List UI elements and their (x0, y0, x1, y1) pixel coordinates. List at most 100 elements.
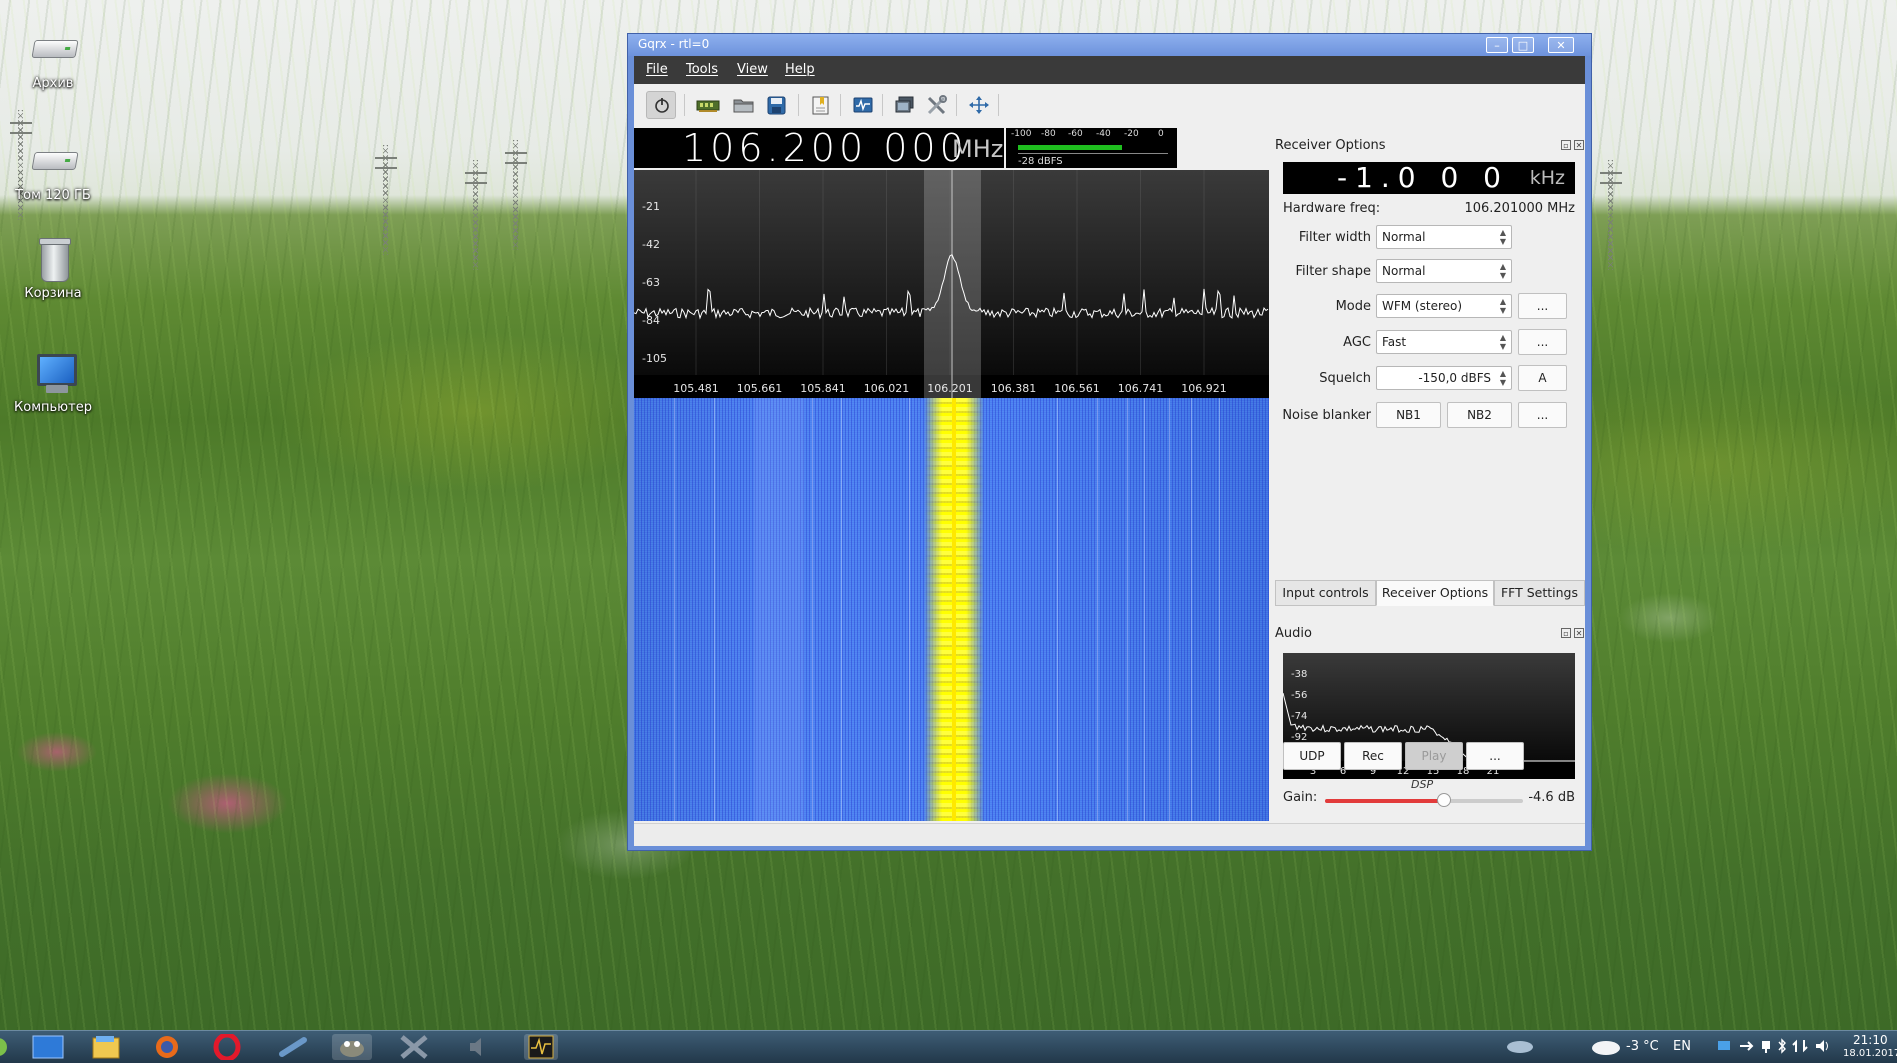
spin-arrows-icon: ▲ ▼ (1499, 228, 1506, 246)
remote-control-button[interactable] (848, 91, 878, 119)
spin-arrows-icon: ▲ ▼ (1499, 262, 1506, 280)
power-pylon (375, 145, 397, 255)
gain-label: Gain: (1283, 790, 1318, 805)
desktop-icon-computer[interactable]: Компьютер (8, 354, 98, 415)
taskbar-app-terminal[interactable] (276, 1034, 310, 1060)
play-button[interactable]: Play (1405, 742, 1463, 770)
minimize-button[interactable]: – (1486, 37, 1508, 53)
gain-value: -4.6 dB (1528, 790, 1575, 805)
agc-options-button[interactable]: ... (1518, 329, 1567, 355)
menu-view[interactable]: View (737, 62, 768, 77)
plug-icon[interactable] (1758, 1038, 1774, 1054)
dock-close-icon[interactable]: ✕ (1574, 140, 1584, 150)
udp-button[interactable]: UDP (1283, 742, 1341, 770)
waterfall-station-signal (924, 398, 984, 821)
taskbar-app-gimp[interactable] (332, 1034, 372, 1060)
usb-icon[interactable] (1738, 1038, 1754, 1054)
frequency-display[interactable]: 106.200 000 MHz (634, 128, 1004, 168)
taskbar-app-dx[interactable] (398, 1034, 432, 1060)
desktop-icon-trash[interactable]: Корзина (8, 238, 98, 301)
save-settings-button[interactable] (762, 91, 792, 119)
gain-slider-handle[interactable] (1436, 793, 1451, 807)
desktop-icon-archive[interactable]: Архив (8, 30, 98, 91)
receiver-options-title: Receiver Options (1275, 138, 1386, 153)
dx-icon (400, 1035, 428, 1059)
toolbar-separator (684, 94, 685, 116)
filter-width-value: Normal (1382, 230, 1426, 244)
autoscale-icon (969, 96, 989, 114)
taskbar-app-desktop[interactable] (30, 1034, 64, 1060)
toolbar-separator (840, 94, 841, 116)
agc-select[interactable]: Fast ▲ ▼ (1376, 330, 1512, 354)
filter-width-select[interactable]: Normal ▲ ▼ (1376, 225, 1512, 249)
menu-tools[interactable]: Tools (686, 62, 718, 77)
spectrum-plot[interactable]: -21 -42 -63 -84 -105 105.481 105.661 105.841 10… (634, 170, 1269, 398)
maximize-button[interactable]: □ (1512, 37, 1534, 53)
language-indicator[interactable]: EN (1673, 1039, 1691, 1054)
gain-slider[interactable] (1325, 793, 1523, 807)
network-transfer-icon[interactable] (1792, 1038, 1808, 1054)
audio-title: Audio (1275, 626, 1312, 641)
squelch-auto-button[interactable]: A (1518, 365, 1567, 391)
start-button[interactable] (0, 1034, 26, 1060)
nb2-button[interactable]: NB2 (1447, 402, 1512, 428)
dsp-label: DSP (1411, 778, 1434, 791)
dock-tab-bar: Input controls Receiver Options FFT Sett… (1275, 580, 1585, 606)
desktop-icon-label: Архив (32, 76, 74, 91)
hardware-icon (696, 100, 720, 112)
taskbar-app-audio[interactable] (462, 1034, 496, 1060)
network-icon[interactable] (1716, 1038, 1732, 1054)
taskbar-app-gqrx[interactable] (524, 1034, 558, 1060)
bookmarks-button[interactable] (806, 91, 836, 119)
frequency-value[interactable]: 106.200 000 (682, 128, 968, 168)
autoscale-button[interactable] (964, 91, 994, 119)
io-devices-button[interactable] (692, 91, 722, 119)
taskbar-app-file-manager[interactable] (90, 1034, 124, 1060)
mode-select[interactable]: WFM (stereo) ▲ ▼ (1376, 294, 1512, 318)
receiver-options-dock: Receiver Options ▫ ✕ -1.0 0 0 kHz Hardwa… (1275, 126, 1585, 823)
menu-file[interactable]: File (646, 62, 668, 77)
drive-icon (29, 142, 79, 184)
mode-options-button[interactable]: ... (1518, 293, 1567, 319)
tools-button[interactable] (922, 91, 952, 119)
maximize-icon: □ (1517, 39, 1529, 52)
filter-shape-select[interactable]: Normal ▲ ▼ (1376, 259, 1512, 283)
filter-offset-display[interactable]: -1.0 0 0 kHz (1283, 162, 1575, 194)
load-settings-button[interactable] (728, 91, 758, 119)
tab-input-controls[interactable]: Input controls (1275, 580, 1376, 606)
squelch-spinbox[interactable]: -150,0 dBFS ▲ ▼ (1376, 366, 1512, 390)
meter-level-bar (1018, 145, 1123, 150)
spectrum-x-tick: 106.741 (1118, 382, 1164, 395)
toolbar-separator (956, 94, 957, 116)
menu-help[interactable]: Help (785, 62, 815, 77)
desktop-icon-volume[interactable]: Том 120 ГБ (8, 142, 98, 203)
tab-fft-settings[interactable]: FFT Settings (1494, 580, 1585, 606)
signal-meter: -100 -80 -60 -40 -20 0 -28 dBFS (1006, 128, 1177, 168)
save-waterfall-button[interactable] (890, 91, 920, 119)
agc-value: Fast (1382, 335, 1407, 349)
record-button[interactable]: Rec (1344, 742, 1402, 770)
filter-offset-value[interactable]: -1.0 0 0 (1337, 162, 1509, 194)
start-dsp-button[interactable] (646, 91, 676, 119)
dock-close-icon[interactable]: ✕ (1574, 628, 1584, 638)
waterfall-display[interactable] (634, 398, 1269, 821)
bluetooth-icon[interactable] (1774, 1038, 1790, 1054)
nb1-button[interactable]: NB1 (1376, 402, 1441, 428)
taskbar-app-opera[interactable] (210, 1032, 244, 1062)
waterfall-carrier-line (1191, 398, 1192, 821)
volume-icon[interactable] (1814, 1038, 1830, 1054)
dock-float-icon[interactable]: ▫ (1561, 628, 1571, 638)
clock-time[interactable]: 21:10 (1853, 1033, 1888, 1047)
noise-blanker-options-button[interactable]: ... (1518, 402, 1567, 428)
taskbar-app-firefox[interactable] (150, 1034, 184, 1060)
dock-float-icon[interactable]: ▫ (1561, 140, 1571, 150)
tab-receiver-options[interactable]: Receiver Options (1376, 580, 1494, 606)
open-folder-icon (733, 99, 754, 113)
window-titlebar[interactable]: Gqrx - rtl=0 – □ ✕ (628, 34, 1591, 56)
audio-options-button[interactable]: ... (1466, 742, 1524, 770)
weather-widget[interactable] (1590, 1038, 1622, 1055)
tray-app-icon[interactable] (1505, 1038, 1535, 1054)
meter-reading: -28 dBFS (1018, 156, 1063, 167)
close-button[interactable]: ✕ (1548, 37, 1574, 53)
desktop-icon-label: Том 120 ГБ (15, 188, 91, 203)
